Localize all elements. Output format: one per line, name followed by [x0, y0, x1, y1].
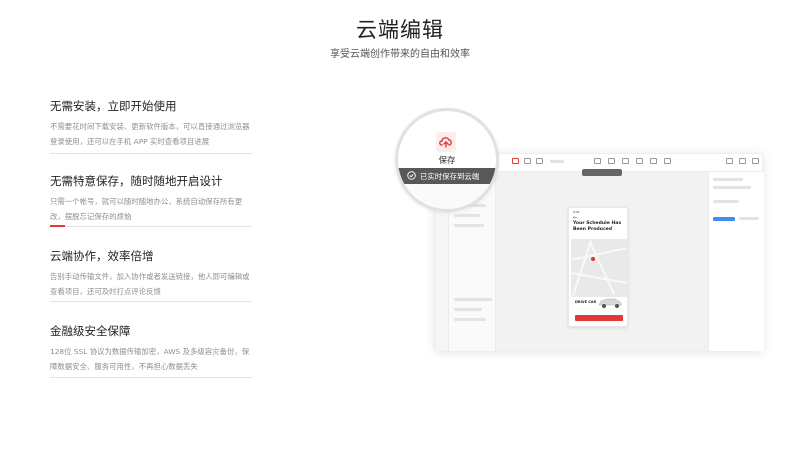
car-label: DRIVE CAR: [575, 300, 597, 304]
layer-item: [454, 214, 480, 217]
toolbar-icon: [739, 158, 746, 164]
feature-title: 无需特意保存，随时随地开启设计: [50, 174, 223, 188]
property-row: [713, 186, 751, 189]
callout-background: [398, 184, 496, 209]
hero-title: 云端编辑: [356, 18, 444, 42]
car-icon: [598, 298, 623, 308]
map-pin-icon: [591, 257, 595, 261]
properties-panel: [708, 172, 764, 351]
toolbar-icon: [536, 158, 543, 164]
feature-auto-save[interactable]: 无需特意保存，随时随地开启设计 只需一个帐号，就可以随时随地办公，系统自动保存所…: [50, 154, 252, 227]
feature-no-install[interactable]: 无需安装，立即开始使用 不需要花时间下载安装、更新软件版本，可以直接通过浏览器登…: [50, 98, 252, 154]
feature-title: 云端协作，效率倍增: [50, 249, 154, 263]
phone-time: 9:41: [573, 210, 580, 214]
toolbar-icon: [650, 158, 657, 164]
toolbar-icon: [726, 158, 733, 164]
selected-property: [713, 217, 735, 221]
toolbar-icon: [664, 158, 671, 164]
property-row: [713, 178, 743, 181]
toolbar-icon: [636, 158, 643, 164]
feature-description: 只需一个帐号，就可以随时随地办公，系统自动保存所有更改，摆脱忘记保存的烦恼: [50, 197, 243, 221]
property-row: [713, 200, 739, 203]
feature-title: 金融级安全保障: [50, 324, 131, 338]
map-view: [571, 239, 627, 297]
phone-title: Your Schedule Has Been Produced: [573, 221, 622, 232]
toolbar-icon: [594, 158, 601, 164]
hero-subtitle: 享受云端创作带来的自由和效率: [330, 49, 470, 60]
layer-item: [454, 308, 482, 311]
feature-security[interactable]: 金融级安全保障 128位 SSL 协议为数据传输加密，AWS 及多级容灾备份，保…: [50, 302, 252, 378]
feature-description: 不需要花时间下载安装、更新软件版本，可以直接通过浏览器登录使用，还可以在手机 A…: [50, 122, 250, 146]
autosave-banner: 已实时保存到云端: [398, 168, 496, 184]
check-circle-icon: [407, 171, 416, 180]
toolbar-icon: [608, 158, 615, 164]
autosave-chip: [582, 169, 622, 176]
feature-title: 无需安装，立即开始使用: [50, 99, 177, 113]
toolbar-icon: [752, 158, 759, 164]
feature-description: 128位 SSL 协议为数据传输加密，AWS 及多级容灾备份，保障数据安全、服务…: [50, 347, 250, 371]
feature-list: 无需安装，立即开始使用 不需要花时间下载安装、更新软件版本，可以直接通过浏览器登…: [50, 96, 252, 378]
property-row: [739, 217, 759, 220]
zoom-control: [550, 160, 564, 163]
toolbar-icon: [524, 158, 531, 164]
layer-item: [454, 298, 492, 301]
feature-description: 告别手动传输文件，加入协作或者发送链接，他人即可编辑或查看项目，还可及时打点评论…: [50, 272, 250, 296]
save-button[interactable]: 保存: [398, 154, 496, 166]
toolbar-icon: [512, 158, 519, 164]
toolbar-icon: [622, 158, 629, 164]
save-zoom-callout: 保存 已实时保存到云端: [395, 108, 499, 212]
autosave-text: 已实时保存到云端: [420, 172, 480, 181]
phone-artboard: 9:41 ← Your Schedule Has Been Produced D…: [568, 207, 628, 327]
layer-item: [454, 224, 484, 227]
confirm-button[interactable]: [575, 315, 623, 321]
cloud-upload-icon: [436, 132, 456, 152]
feature-collaboration[interactable]: 云端协作，效率倍增 告别手动传输文件，加入协作或者发送链接，他人即可编辑或查看项…: [50, 227, 252, 302]
layer-item: [454, 318, 486, 321]
